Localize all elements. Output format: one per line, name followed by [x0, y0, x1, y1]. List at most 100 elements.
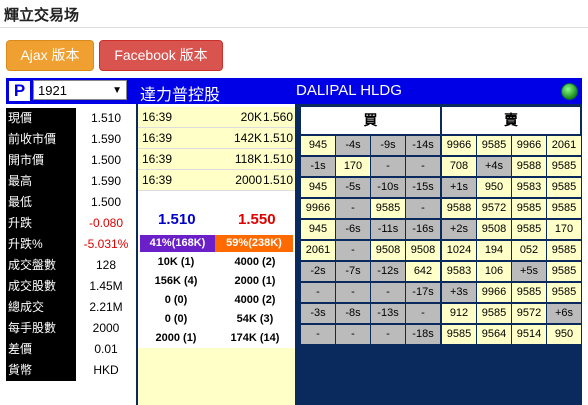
broker-cell: -5s [336, 178, 370, 197]
trade-panel: 16:39 20K 1.560 16:39 142K 1.510 16:39 118K 1.51… [138, 104, 295, 405]
broker-cell: 9585 [512, 199, 546, 218]
trade-time: 16:39 [142, 152, 173, 166]
trade-time: 16:39 [142, 131, 173, 145]
broker-cell: - [406, 199, 440, 218]
page-title: 輝立交易场 [4, 7, 80, 24]
quote-row: 最低 1.500 [6, 192, 136, 213]
broker-cell: 106 [477, 262, 511, 281]
broker-cell: 9585 [512, 283, 546, 302]
broker-cell: 170 [336, 157, 370, 176]
broker-logo: P [9, 81, 30, 101]
quote-value: 1.500 [76, 192, 136, 213]
broker-queue-grid: 買 賣 945 -4s -9s -14s 9966 9585 9966 2061 -1s 170-… [295, 104, 582, 347]
trade-row: 16:39 20K 1.560 [138, 107, 295, 128]
broker-cell: -9s [371, 136, 405, 155]
quote-value: -5.031% [76, 234, 136, 255]
ask-ratio-bar: 59%(238K) [215, 235, 293, 252]
broker-cell: - [371, 283, 405, 302]
trade-volume: 20K [240, 110, 262, 124]
broker-cell: - [301, 283, 335, 302]
broker-cell: +1s [442, 178, 476, 197]
broker-cell: - [336, 241, 370, 260]
broker-cell: 052 [512, 241, 546, 260]
trade-volume: 142K [233, 131, 262, 145]
queue-row: 10K (1) 4000 (2) [138, 254, 295, 271]
quote-value: HKD [76, 360, 136, 381]
broker-cell: - [301, 325, 335, 344]
broker-cell: -1s [301, 157, 335, 176]
broker-cell: -8s [336, 304, 370, 323]
ask-price: 1.550 [238, 211, 276, 228]
quote-value: 1.590 [76, 171, 136, 192]
ajax-version-button[interactable]: Ajax 版本 [6, 40, 94, 71]
broker-cell: - [336, 199, 370, 218]
queue-bid: 2000 (1) [155, 332, 197, 344]
queue-row: 2000 (1) 174K (14) [138, 330, 295, 347]
quote-label: 開市價 [6, 150, 76, 171]
quote-value: 128 [76, 255, 136, 276]
broker-cell: 9585 [477, 304, 511, 323]
quote-row: 升跌 -0.080 [6, 213, 136, 234]
quote-row: 最高 1.590 [6, 171, 136, 192]
trade-price: 1.510 [262, 173, 293, 187]
broker-cell: 9564 [477, 325, 511, 344]
broker-cell: -12s [371, 262, 405, 281]
broker-cell: 9966 [477, 283, 511, 302]
quote-value: -0.080 [76, 213, 136, 234]
queue-bid: 0 (0) [164, 313, 188, 325]
broker-cell: -13s [371, 304, 405, 323]
queue-ask: 174K (14) [230, 332, 280, 344]
broker-cell: 9966 [512, 136, 546, 155]
broker-cell: - [406, 157, 440, 176]
quote-widget: P 1921 ▼ 達力普控股 DALIPAL HLDG 現價 1.510 前收市價 1… [6, 78, 582, 405]
broker-cell: -17s [406, 283, 440, 302]
broker-cell: 912 [442, 304, 476, 323]
broker-cell: 9966 [301, 199, 335, 218]
quote-row: 每手股數 2000 [6, 318, 136, 339]
broker-cell: - [371, 157, 405, 176]
trade-time: 16:39 [142, 173, 173, 187]
queue-row: 0 (0) 54K (3) [138, 311, 295, 328]
broker-cell: 9585 [547, 157, 581, 176]
trade-panel-filler [138, 348, 295, 405]
broker-cell: 9588 [442, 199, 476, 218]
broker-cell: -4s [336, 136, 370, 155]
stock-code-select[interactable]: 1921 ▼ [33, 80, 127, 100]
queue-ask: 4000 (2) [234, 294, 276, 306]
broker-cell: 945 [301, 178, 335, 197]
queue-bid: 156K (4) [154, 275, 198, 287]
quote-label: 每手股數 [6, 318, 76, 339]
bid-ratio-bar: 41%(168K) [140, 235, 215, 252]
quote-row: 升跌% -5.031% [6, 234, 136, 255]
quote-row: 成交盤數 128 [6, 255, 136, 276]
trade-time: 16:39 [142, 110, 173, 124]
broker-cell: 9966 [442, 136, 476, 155]
quote-row: 成交股數 1.45M [6, 276, 136, 297]
trade-volume: 118K [234, 152, 262, 166]
quote-value: 2.21M [76, 297, 136, 318]
broker-cell: 9585 [477, 136, 511, 155]
broker-cell: 9585 [442, 325, 476, 344]
buy-header: 買 [301, 107, 440, 134]
stock-code-value: 1921 [38, 83, 67, 98]
trade-price: 1.560 [262, 110, 293, 124]
quote-value: 0.01 [76, 339, 136, 360]
broker-cell: 1024 [442, 241, 476, 260]
quote-label: 成交股數 [6, 276, 76, 297]
broker-cell: 9585 [547, 262, 581, 281]
title-divider [0, 27, 588, 28]
stock-header-bar: P 1921 ▼ 達力普控股 DALIPAL HLDG [6, 78, 582, 104]
facebook-version-button[interactable]: Facebook 版本 [99, 40, 223, 71]
queue-ask: 4000 (2) [234, 256, 276, 268]
quote-label: 差價 [6, 339, 76, 360]
stock-name-chinese: 達力普控股 [140, 87, 221, 104]
broker-cell: 9588 [512, 157, 546, 176]
broker-cell: +3s [442, 283, 476, 302]
quote-summary-panel: 現價 1.510 前收市價 1.590 開市價 1.500 最高 1.590 最低 1.500 升跌… [6, 104, 136, 405]
broker-cell: 9585 [547, 199, 581, 218]
broker-cell: +5s [512, 262, 546, 281]
broker-cell: 950 [477, 178, 511, 197]
queue-bid: 0 (0) [164, 294, 188, 306]
quote-label: 總成交 [6, 297, 76, 318]
broker-cell: 2061 [301, 241, 335, 260]
